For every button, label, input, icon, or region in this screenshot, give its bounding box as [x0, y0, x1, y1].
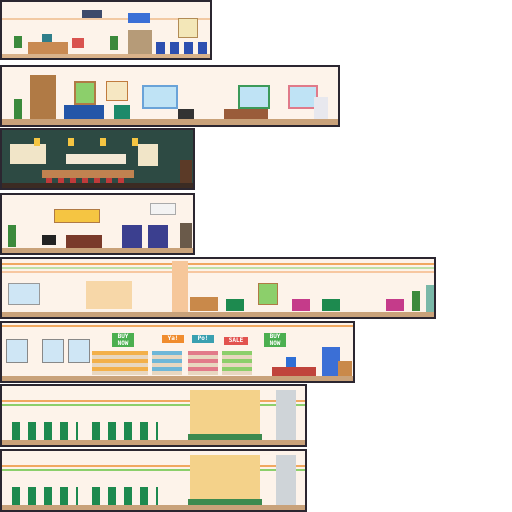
fridge: [314, 97, 328, 121]
food-display: [66, 154, 126, 164]
po-sign: Po!: [192, 335, 214, 343]
armchair: [226, 299, 244, 311]
lantern: [68, 138, 74, 146]
painting: [106, 81, 128, 101]
bakery-case: [86, 281, 132, 309]
cashier: [286, 357, 296, 367]
store-shelf: [188, 351, 218, 375]
buy-now-sign-2: BUY NOW: [264, 333, 286, 347]
plant: [412, 291, 420, 311]
pillar: [276, 390, 296, 442]
dining-set: [92, 422, 158, 442]
room-convenience-store: BUY NOW Ya! Po! SALE BUY NOW: [0, 321, 355, 383]
store-shelf: [152, 351, 182, 375]
sofa: [66, 235, 102, 249]
plant: [8, 225, 16, 247]
wall-sign: [128, 13, 150, 23]
food-stall: [190, 455, 260, 499]
floor: [2, 183, 193, 188]
food-stall: [190, 390, 260, 434]
notice-board: [178, 18, 198, 38]
curtain-window: [238, 85, 270, 109]
floor: [2, 376, 353, 381]
boxes: [338, 361, 352, 377]
floor: [2, 54, 210, 58]
dining-set: [12, 487, 78, 507]
floor: [2, 248, 193, 253]
menu-board: [10, 144, 28, 164]
window: [42, 339, 64, 363]
floor: [2, 505, 305, 510]
dining-set: [92, 487, 158, 507]
arcade-machine: [122, 225, 142, 249]
armchair: [386, 299, 404, 311]
room-sushi-bar: [0, 128, 195, 190]
plant: [110, 36, 118, 50]
window: [68, 339, 90, 363]
door: [180, 223, 192, 251]
wall-clock: [82, 10, 102, 18]
room-arcade-lounge: [0, 193, 195, 255]
lantern: [34, 138, 40, 146]
plant: [14, 99, 22, 121]
pillar: [276, 455, 296, 507]
room-food-court-1: [0, 384, 307, 447]
room-living-room: [0, 65, 340, 127]
menu-board: [28, 144, 46, 164]
door: [426, 285, 434, 315]
computer: [72, 38, 84, 48]
room-food-court-2: [0, 449, 307, 512]
armchair: [292, 299, 310, 311]
window: [8, 283, 40, 305]
floor: [2, 440, 305, 445]
store-shelf: [222, 351, 252, 375]
window: [6, 339, 28, 363]
receptionist: [42, 34, 52, 42]
armchair: [322, 299, 340, 311]
curtain-window: [142, 85, 178, 109]
sushi-counter: [42, 170, 134, 178]
room-lobby: [0, 0, 212, 60]
lantern: [100, 138, 106, 146]
shelf: [190, 297, 218, 311]
sale-sign: SALE: [224, 337, 248, 345]
bookshelf: [30, 75, 56, 121]
arcade-machine: [148, 225, 168, 249]
ya-sign: Ya!: [162, 335, 184, 343]
pillar: [172, 261, 188, 313]
waiting-chairs: [156, 42, 210, 54]
air-conditioner: [150, 203, 176, 215]
floor: [2, 119, 338, 125]
window: [258, 283, 278, 305]
dining-set: [12, 422, 78, 442]
plant: [14, 36, 22, 48]
room-bakery-lounge: [0, 257, 436, 319]
floor: [2, 312, 434, 317]
painting: [54, 209, 100, 223]
store-shelf: [92, 351, 148, 375]
tv: [42, 235, 56, 245]
menu-board: [138, 144, 158, 166]
window: [74, 81, 96, 105]
buy-now-sign-1: BUY NOW: [112, 333, 134, 347]
